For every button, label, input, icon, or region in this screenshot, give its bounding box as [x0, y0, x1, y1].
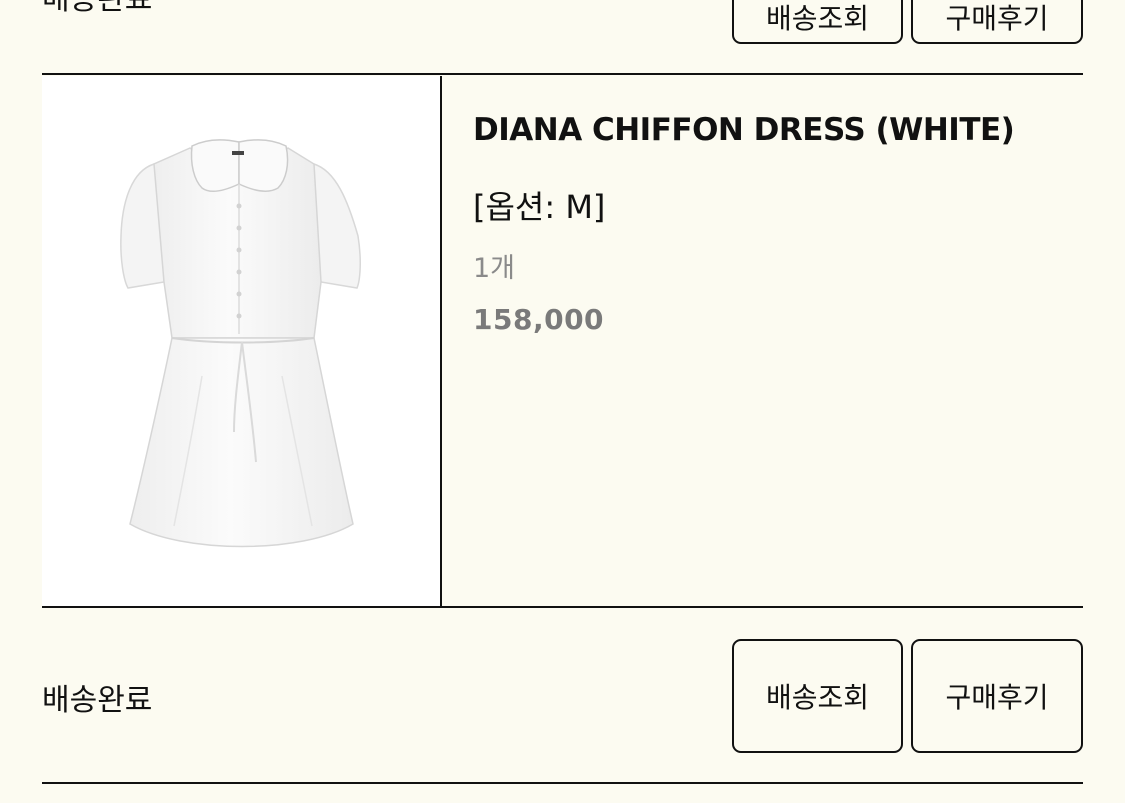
- product-price: 158,000: [473, 303, 605, 336]
- product-divider: [440, 76, 442, 607]
- divider-bottom: [42, 782, 1083, 784]
- divider-middle: [42, 606, 1083, 608]
- dress-image: [120, 139, 361, 548]
- order-status: 배송완료: [42, 683, 153, 718]
- write-review-button[interactable]: 구매후기: [911, 639, 1083, 753]
- product-name[interactable]: DIANA CHIFFON DRESS (WHITE): [473, 112, 1015, 148]
- divider-top: [42, 73, 1083, 75]
- product-option: [옵션: M]: [473, 188, 606, 226]
- track-delivery-button[interactable]: 배송조회: [732, 639, 903, 753]
- previous-track-delivery-button[interactable]: 배송조회: [732, 0, 903, 44]
- product-quantity: 1개: [473, 253, 516, 284]
- previous-write-review-button[interactable]: 구매후기: [911, 0, 1083, 44]
- product-image[interactable]: [42, 76, 440, 606]
- previous-order-status: 배송완료: [42, 0, 152, 18]
